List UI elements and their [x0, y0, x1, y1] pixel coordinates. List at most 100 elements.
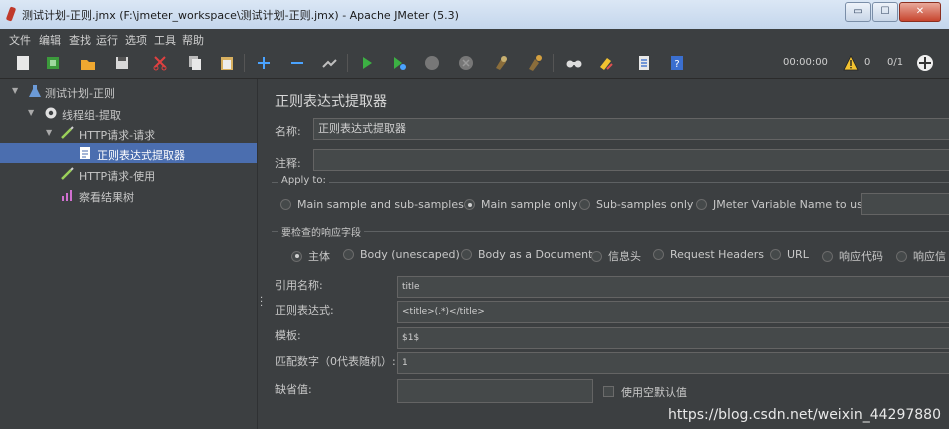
radio-dot: [696, 199, 707, 210]
check-body-document-radio[interactable]: Body as a Document: [461, 248, 592, 261]
radio-label: 响应代码: [839, 250, 883, 263]
menu-edit[interactable]: 编辑: [39, 32, 61, 48]
reference-name-field[interactable]: title: [397, 276, 949, 298]
cut-icon[interactable]: [151, 54, 169, 72]
remote-start-icon[interactable]: [916, 54, 934, 72]
shutdown-icon[interactable]: [457, 54, 475, 72]
paste-icon[interactable]: [218, 54, 236, 72]
warning-count: 0: [864, 57, 871, 68]
radio-dot: [579, 199, 590, 210]
apply-jmeter-variable-radio[interactable]: JMeter Variable Name to use: [696, 198, 870, 211]
jmeter-variable-field[interactable]: [861, 193, 949, 215]
active-threads: 0/1: [887, 57, 904, 68]
start-no-pause-icon[interactable]: [390, 54, 408, 72]
toolbar-separator: [347, 54, 348, 72]
toolbar-separator: [244, 54, 245, 72]
use-empty-default-checkbox[interactable]: [603, 386, 614, 397]
use-empty-default-label: 使用空默认值: [621, 386, 687, 399]
radio-label: Main sample only: [481, 198, 578, 211]
apply-sub-only-radio[interactable]: Sub-samples only: [579, 198, 693, 211]
check-request-headers-radio[interactable]: Request Headers: [653, 248, 764, 261]
jmeter-feather-icon: [5, 6, 17, 22]
expand-icon[interactable]: [255, 54, 273, 72]
radio-label: JMeter Variable Name to use: [713, 198, 870, 211]
regex-field[interactable]: <title>(.*)</title>: [397, 301, 949, 323]
field-to-check-section: 要检查的响应字段: [272, 224, 949, 239]
match-number-field[interactable]: 1: [397, 352, 949, 374]
check-body-unescaped-radio[interactable]: Body (unescaped): [343, 248, 460, 261]
watermark: https://blog.csdn.net/weixin_44297880: [667, 407, 941, 423]
templates-icon[interactable]: [44, 54, 62, 72]
check-response-code-radio[interactable]: 响应代码: [822, 248, 883, 264]
splitter-grip-icon: · · ·: [260, 293, 264, 312]
name-field[interactable]: 正则表达式提取器: [313, 118, 949, 140]
copy-icon[interactable]: [186, 54, 204, 72]
function-helper-icon[interactable]: [635, 54, 653, 72]
minimize-button[interactable]: ▭: [845, 2, 871, 22]
radio-dot: [896, 250, 907, 262]
chevron-down-icon[interactable]: ▼: [28, 108, 34, 117]
check-url-radio[interactable]: URL: [770, 248, 809, 261]
radio-dot: [464, 199, 475, 210]
pipette-icon: [60, 126, 74, 140]
comment-field[interactable]: [313, 149, 949, 171]
field-to-check-title: 要检查的响应字段: [278, 224, 364, 239]
radio-dot: [291, 250, 302, 262]
check-headers-radio[interactable]: 信息头: [591, 248, 641, 264]
tree-item-label: 察看结果树: [79, 191, 134, 204]
template-field[interactable]: $1$: [397, 327, 949, 349]
radio-dot: [770, 249, 781, 260]
tree-item-thread-group[interactable]: ▼ 线程组-提取: [0, 103, 257, 123]
apply-main-only-radio[interactable]: Main sample only: [464, 198, 578, 211]
extractor-panel: 正则表达式提取器 名称: 正则表达式提取器 注释: Apply to: Main…: [266, 79, 949, 429]
tree-item-label: 正则表达式提取器: [97, 149, 185, 162]
radio-label: 信息头: [608, 250, 641, 263]
start-icon[interactable]: [358, 54, 376, 72]
clear-all-icon[interactable]: [526, 54, 544, 72]
menu-bar: 文件 编辑 查找 运行 选项 工具 帮助: [0, 29, 949, 49]
help-icon[interactable]: ?: [668, 54, 686, 72]
chevron-down-icon[interactable]: ▼: [46, 128, 52, 137]
apply-main-and-sub-radio[interactable]: Main sample and sub-samples: [280, 198, 464, 211]
radio-dot: [822, 250, 833, 262]
tree-item-http-request[interactable]: ▼ HTTP请求-请求: [0, 123, 257, 143]
tree-item-http-use[interactable]: HTTP请求-使用: [0, 164, 257, 184]
default-value-label: 缺省值:: [275, 383, 312, 396]
collapse-icon[interactable]: [288, 54, 306, 72]
radio-dot: [591, 250, 602, 262]
name-label: 名称:: [275, 125, 301, 138]
check-response-message-radio[interactable]: 响应信: [896, 248, 946, 264]
new-icon[interactable]: [14, 54, 32, 72]
search-icon[interactable]: [565, 54, 583, 72]
check-body-radio[interactable]: 主体: [291, 248, 330, 264]
window-title: 测试计划-正则.jmx (F:\jmeter_workspace\测试计划-正则…: [22, 9, 459, 22]
match-number-label: 匹配数字（0代表随机）:: [275, 355, 396, 368]
document-icon: [78, 146, 92, 160]
toggle-icon[interactable]: [320, 54, 338, 72]
menu-tools[interactable]: 工具: [154, 32, 176, 48]
close-button[interactable]: ✕: [899, 2, 941, 22]
stop-icon[interactable]: [423, 54, 441, 72]
menu-run[interactable]: 运行: [96, 32, 118, 48]
elapsed-timer: 00:00:00: [783, 57, 828, 68]
open-icon[interactable]: [79, 54, 97, 72]
save-icon[interactable]: [113, 54, 131, 72]
tree-item-view-results[interactable]: 察看结果树: [0, 185, 257, 205]
menu-file[interactable]: 文件: [9, 32, 31, 48]
radio-label: Request Headers: [670, 248, 764, 261]
clear-icon[interactable]: [492, 54, 510, 72]
tree-item-regex-extractor[interactable]: 正则表达式提取器: [0, 143, 257, 163]
maximize-button[interactable]: ☐: [872, 2, 898, 22]
template-label: 模板:: [275, 329, 301, 342]
tree-item-label: 测试计划-正则: [45, 87, 115, 100]
menu-options[interactable]: 选项: [125, 32, 147, 48]
tree-item-test-plan[interactable]: ▼ 测试计划-正则: [0, 81, 257, 101]
menu-help[interactable]: 帮助: [182, 32, 204, 48]
default-value-field[interactable]: [397, 379, 593, 403]
menu-search[interactable]: 查找: [69, 32, 91, 48]
warning-icon[interactable]: [843, 55, 859, 71]
chevron-down-icon[interactable]: ▼: [12, 86, 18, 95]
radio-dot: [461, 249, 472, 260]
reset-search-icon[interactable]: [597, 54, 615, 72]
apply-to-title: Apply to:: [278, 175, 329, 186]
